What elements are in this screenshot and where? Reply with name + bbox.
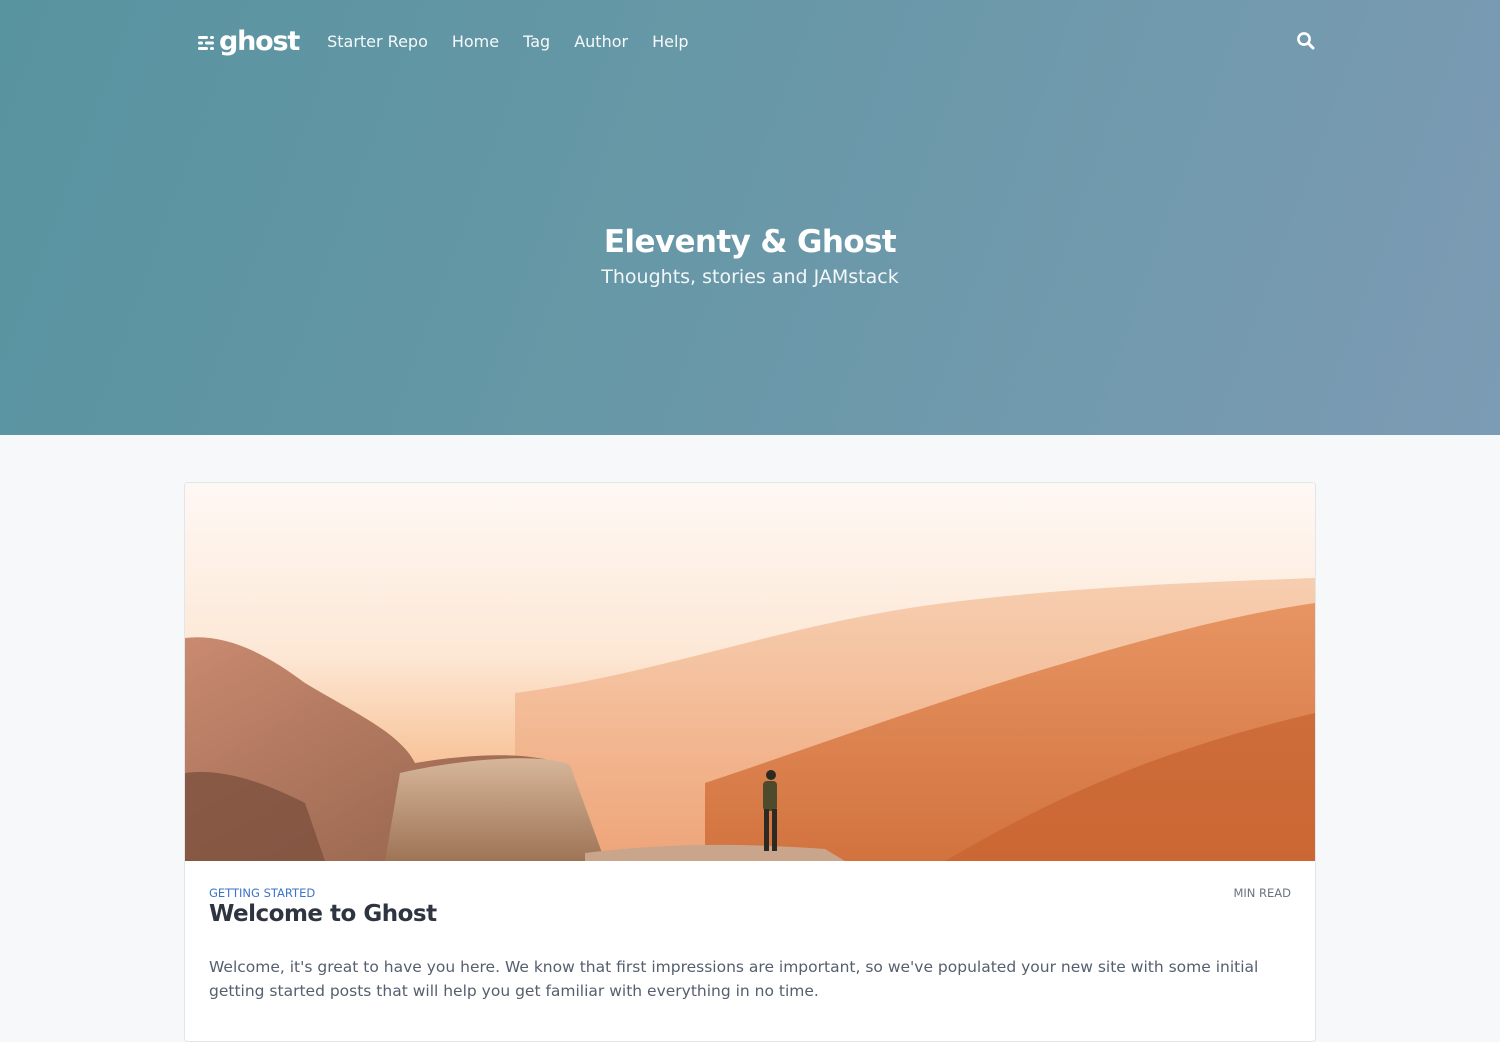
post-excerpt: Welcome, it's great to have you here. We…: [209, 958, 1259, 1000]
nav-item-help[interactable]: Help: [652, 32, 688, 51]
nav-item-author[interactable]: Author: [574, 32, 628, 51]
search-icon[interactable]: [1296, 31, 1316, 51]
site-description: Thoughts, stories and JAMstack: [601, 266, 899, 288]
nav-item-starter-repo[interactable]: Starter Repo: [327, 32, 428, 51]
site-header: ghost Starter Repo Home Tag Author Help …: [0, 0, 1500, 435]
post-feature-image[interactable]: [185, 483, 1315, 861]
post-tag[interactable]: Getting Started: [209, 886, 315, 900]
main-nav: ghost Starter Repo Home Tag Author Help: [198, 22, 1316, 60]
site-logo[interactable]: ghost: [198, 25, 300, 57]
nav-links: Starter Repo Home Tag Author Help: [327, 32, 712, 51]
site-title: Eleventy & Ghost: [603, 224, 897, 260]
nav-item-tag[interactable]: Tag: [523, 32, 550, 51]
nav-item-home[interactable]: Home: [452, 32, 499, 51]
post-title[interactable]: Welcome to Ghost: [209, 901, 437, 927]
ghost-logo-icon: [198, 35, 214, 50]
reading-time: MIN READ: [1233, 886, 1291, 900]
post-card[interactable]: Getting Started MIN READ Welcome to Ghos…: [184, 482, 1316, 1042]
logo-wordmark: ghost: [219, 25, 300, 57]
